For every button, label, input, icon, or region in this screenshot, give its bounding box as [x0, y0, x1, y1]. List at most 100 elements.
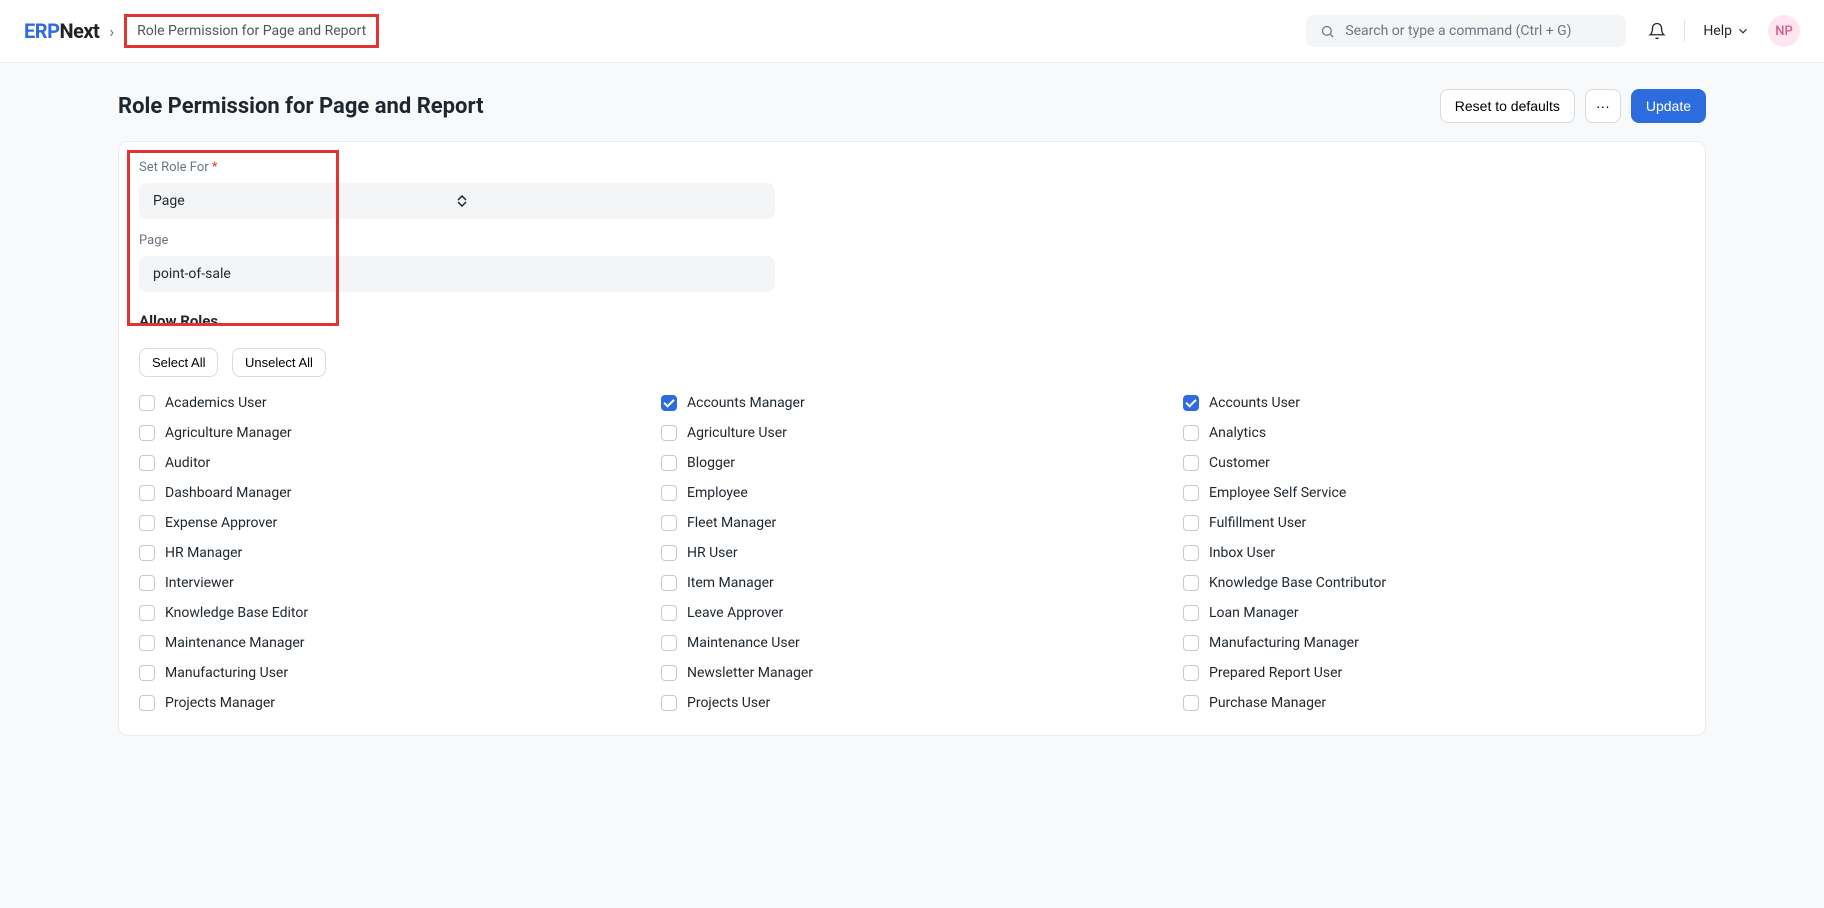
allow-roles-heading: Allow Roles — [119, 298, 1705, 348]
role-checkbox[interactable] — [139, 665, 155, 681]
role-item[interactable]: Maintenance User — [661, 635, 1163, 651]
role-item[interactable]: Accounts Manager — [661, 395, 1163, 411]
role-item[interactable]: Accounts User — [1183, 395, 1685, 411]
role-checkbox[interactable] — [139, 695, 155, 711]
role-checkbox[interactable] — [139, 395, 155, 411]
role-label: Leave Approver — [687, 605, 783, 621]
role-checkbox[interactable] — [1183, 605, 1199, 621]
role-checkbox[interactable] — [661, 395, 677, 411]
unselect-all-button[interactable]: Unselect All — [232, 348, 326, 377]
role-item[interactable]: Academics User — [139, 395, 641, 411]
role-label: Projects User — [687, 695, 770, 711]
role-item[interactable]: Blogger — [661, 455, 1163, 471]
role-item[interactable]: Customer — [1183, 455, 1685, 471]
role-item[interactable]: Loan Manager — [1183, 605, 1685, 621]
role-item[interactable]: Maintenance Manager — [139, 635, 641, 651]
role-item[interactable]: Manufacturing User — [139, 665, 641, 681]
role-checkbox[interactable] — [661, 425, 677, 441]
role-checkbox[interactable] — [139, 605, 155, 621]
role-checkbox[interactable] — [1183, 695, 1199, 711]
bell-icon[interactable] — [1648, 22, 1666, 40]
role-checkbox[interactable] — [1183, 395, 1199, 411]
role-item[interactable]: Auditor — [139, 455, 641, 471]
more-actions-button[interactable]: ··· — [1585, 89, 1621, 123]
role-checkbox[interactable] — [1183, 575, 1199, 591]
role-item[interactable]: Analytics — [1183, 425, 1685, 441]
role-checkbox[interactable] — [661, 665, 677, 681]
role-item[interactable]: Employee Self Service — [1183, 485, 1685, 501]
role-checkbox[interactable] — [661, 515, 677, 531]
role-checkbox[interactable] — [139, 485, 155, 501]
reset-to-defaults-button[interactable]: Reset to defaults — [1440, 89, 1575, 123]
user-avatar[interactable]: NP — [1768, 15, 1800, 47]
role-checkbox[interactable] — [1183, 545, 1199, 561]
role-item[interactable]: Agriculture User — [661, 425, 1163, 441]
role-checkbox[interactable] — [661, 575, 677, 591]
role-item[interactable]: Inbox User — [1183, 545, 1685, 561]
role-checkbox[interactable] — [1183, 485, 1199, 501]
chevron-right-icon: › — [109, 22, 114, 41]
role-item[interactable]: Projects User — [661, 695, 1163, 711]
nav-divider — [1684, 20, 1685, 42]
update-button[interactable]: Update — [1631, 89, 1706, 123]
role-label: Purchase Manager — [1209, 695, 1326, 711]
set-role-for-select[interactable]: Page — [139, 183, 775, 219]
role-label: Fleet Manager — [687, 515, 776, 531]
select-all-button[interactable]: Select All — [139, 348, 218, 377]
role-item[interactable]: Item Manager — [661, 575, 1163, 591]
chevron-down-icon — [1736, 24, 1750, 38]
role-label: Accounts Manager — [687, 395, 805, 411]
page-header: Role Permission for Page and Report Rese… — [0, 63, 1824, 141]
role-checkbox[interactable] — [661, 605, 677, 621]
role-label: Newsletter Manager — [687, 665, 813, 681]
role-item[interactable]: Manufacturing Manager — [1183, 635, 1685, 651]
role-item[interactable]: Interviewer — [139, 575, 641, 591]
role-checkbox[interactable] — [139, 545, 155, 561]
role-label: Inbox User — [1209, 545, 1275, 561]
role-label: Agriculture Manager — [165, 425, 292, 441]
help-menu[interactable]: Help — [1703, 23, 1750, 39]
role-checkbox[interactable] — [139, 455, 155, 471]
role-item[interactable]: Fulfillment User — [1183, 515, 1685, 531]
role-checkbox[interactable] — [139, 635, 155, 651]
role-item[interactable]: Agriculture Manager — [139, 425, 641, 441]
role-checkbox[interactable] — [1183, 455, 1199, 471]
navbar: ERPNext › Role Permission for Page and R… — [0, 0, 1824, 63]
role-checkbox[interactable] — [661, 695, 677, 711]
role-checkbox[interactable] — [661, 455, 677, 471]
role-checkbox[interactable] — [139, 425, 155, 441]
role-item[interactable]: Employee — [661, 485, 1163, 501]
app-logo[interactable]: ERPNext — [24, 19, 99, 43]
role-checkbox[interactable] — [1183, 515, 1199, 531]
role-item[interactable]: Knowledge Base Editor — [139, 605, 641, 621]
roles-grid: Academics User Accounts Manager Accounts U… — [119, 395, 1705, 735]
role-label: HR User — [687, 545, 738, 561]
role-item[interactable]: Leave Approver — [661, 605, 1163, 621]
role-checkbox[interactable] — [1183, 425, 1199, 441]
role-label: Employee Self Service — [1209, 485, 1346, 501]
role-label: Customer — [1209, 455, 1270, 471]
role-item[interactable]: Prepared Report User — [1183, 665, 1685, 681]
role-checkbox[interactable] — [1183, 635, 1199, 651]
search-placeholder: Search or type a command (Ctrl + G) — [1345, 23, 1571, 39]
role-item[interactable]: Projects Manager — [139, 695, 641, 711]
role-checkbox[interactable] — [139, 515, 155, 531]
role-label: Blogger — [687, 455, 735, 471]
role-item[interactable]: Expense Approver — [139, 515, 641, 531]
role-item[interactable]: Knowledge Base Contributor — [1183, 575, 1685, 591]
breadcrumb-current[interactable]: Role Permission for Page and Report — [124, 14, 379, 48]
page-link-field[interactable]: point-of-sale — [139, 256, 775, 292]
role-checkbox[interactable] — [661, 545, 677, 561]
role-checkbox[interactable] — [139, 575, 155, 591]
role-item[interactable]: HR User — [661, 545, 1163, 561]
role-item[interactable]: HR Manager — [139, 545, 641, 561]
global-search[interactable]: Search or type a command (Ctrl + G) — [1306, 15, 1626, 47]
role-item[interactable]: Fleet Manager — [661, 515, 1163, 531]
role-checkbox[interactable] — [1183, 665, 1199, 681]
set-role-for-value: Page — [153, 193, 457, 209]
role-checkbox[interactable] — [661, 635, 677, 651]
role-item[interactable]: Dashboard Manager — [139, 485, 641, 501]
role-item[interactable]: Purchase Manager — [1183, 695, 1685, 711]
role-item[interactable]: Newsletter Manager — [661, 665, 1163, 681]
role-checkbox[interactable] — [661, 485, 677, 501]
